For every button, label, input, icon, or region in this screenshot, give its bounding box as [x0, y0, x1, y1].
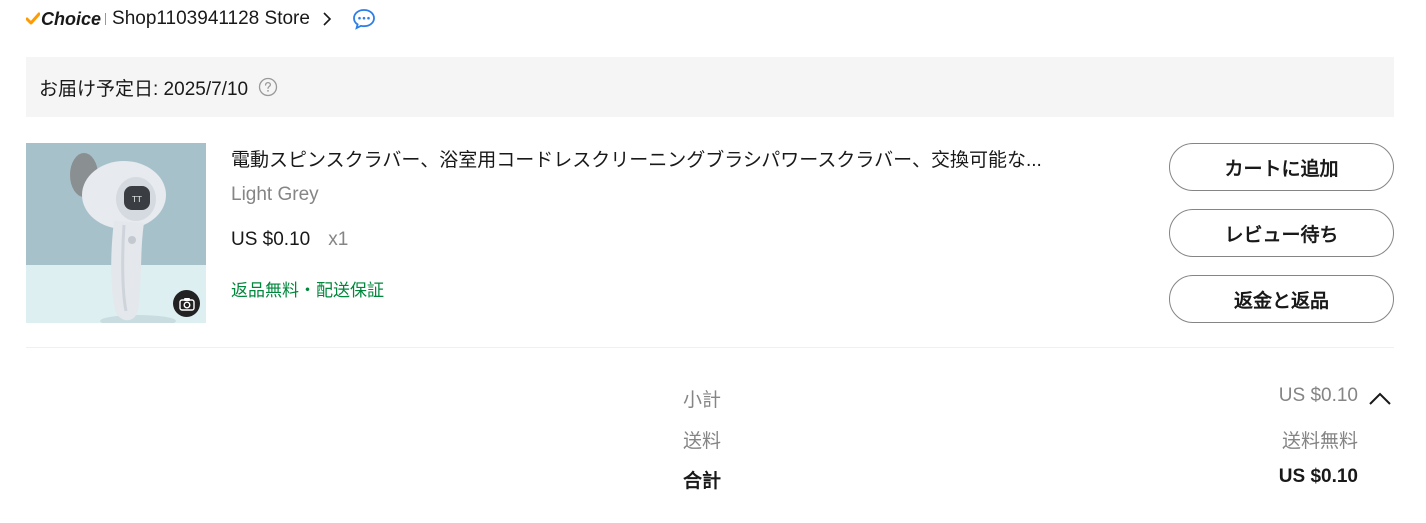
product-price: US $0.10: [231, 229, 311, 250]
choice-divider: [105, 13, 107, 25]
subtotal-row: 小計 US $0.10: [683, 385, 1358, 412]
choice-label: Choice: [41, 8, 102, 29]
store-name-link[interactable]: Shop1103941128 Store: [112, 8, 310, 30]
total-row: 合計 US $0.10: [683, 466, 1358, 493]
subtotal-value: US $0.10: [1278, 385, 1358, 406]
service-guarantee[interactable]: 返品無料・配送保証: [231, 276, 384, 301]
svg-text:TT: TT: [131, 195, 142, 204]
chat-icon[interactable]: [352, 8, 376, 30]
delivery-date-text: お届け予定日: 2025/7/10: [39, 78, 249, 100]
total-value: US $0.10: [1278, 466, 1358, 487]
product-quantity: x1: [328, 229, 349, 250]
shipping-row: 送料 送料無料: [683, 426, 1358, 453]
chevron-right-icon[interactable]: [322, 12, 332, 26]
camera-icon[interactable]: [173, 290, 200, 317]
total-label: 合計: [683, 471, 722, 492]
product-price-row: US $0.10 x1: [231, 229, 348, 251]
section-divider: [26, 347, 1394, 348]
store-header: Choice Shop1103941128 Store: [26, 6, 376, 32]
product-title[interactable]: 電動スピンスクラバー、浴室用コードレスクリーニングブラシパワースクラバー、交換可…: [231, 145, 1131, 172]
choice-logo: Choice: [26, 9, 101, 30]
delivery-estimate-bar: お届け予定日: 2025/7/10: [26, 57, 1394, 117]
subtotal-label: 小計: [683, 390, 722, 411]
refund-return-button[interactable]: 返金と返品: [1169, 275, 1394, 323]
add-to-cart-button[interactable]: カートに追加: [1169, 143, 1394, 191]
help-icon[interactable]: [258, 77, 278, 97]
product-variant: Light Grey: [231, 184, 319, 205]
shipping-label: 送料: [683, 431, 722, 452]
chevron-up-icon[interactable]: [1368, 390, 1392, 406]
awaiting-review-button[interactable]: レビュー待ち: [1169, 209, 1394, 257]
product-image[interactable]: TT: [26, 143, 206, 323]
checkmark-icon: [26, 12, 40, 25]
shipping-value: 送料無料: [1281, 431, 1358, 452]
